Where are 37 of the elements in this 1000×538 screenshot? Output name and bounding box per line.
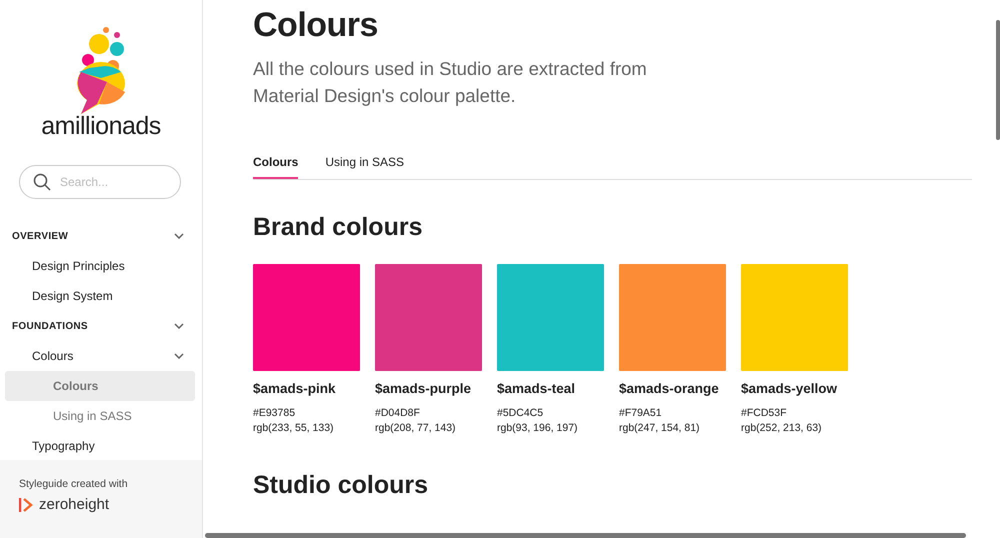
- swatch-name: $amads-teal: [497, 381, 576, 396]
- tab[interactable]: Using in SASS: [325, 141, 404, 179]
- tab[interactable]: Colours: [253, 141, 298, 179]
- nav-section-header[interactable]: OVERVIEW: [0, 221, 202, 251]
- nav-item[interactable]: Using in SASS: [5, 401, 195, 431]
- rgb-value: rgb(247, 154, 81): [619, 421, 701, 436]
- footer-caption: Styleguide created with: [19, 478, 129, 490]
- swatch-name: $amads-orange: [619, 381, 720, 396]
- rgb-value: rgb(233, 55, 133): [253, 421, 335, 436]
- hex-value: #D04D8F: [375, 406, 421, 421]
- play-mark-icon: [19, 496, 33, 512]
- hex-value: #E93785: [253, 406, 296, 421]
- hex-value: #5DC4C5: [497, 406, 544, 421]
- search-icon: [33, 173, 51, 191]
- vertical-scrollbar[interactable]: [996, 20, 1000, 140]
- hex-value: #F79A51: [619, 406, 663, 421]
- nav-item[interactable]: Colours: [5, 371, 195, 401]
- section-heading: Studio colours: [253, 471, 429, 500]
- swatch-name: $amads-pink: [253, 381, 337, 396]
- section-heading: Brand colours: [253, 213, 424, 242]
- nav-item[interactable]: Colours: [0, 341, 202, 371]
- hex-value: #FCD53F: [741, 406, 788, 421]
- nav-section-header[interactable]: FOUNDATIONS: [0, 311, 202, 341]
- page-title: Colours: [253, 6, 379, 45]
- nav-item[interactable]: Typography: [0, 431, 202, 461]
- logo-wordmark: amillionads: [41, 112, 161, 141]
- rgb-value: rgb(252, 213, 63): [741, 421, 823, 436]
- nav-item[interactable]: Design System: [0, 281, 202, 311]
- intro-text: All the colours used in Studio are extracted from Material Design's colour palette.: [253, 57, 648, 108]
- swatch-name: $amads-yellow: [741, 381, 838, 396]
- rgb-value: rgb(208, 77, 143): [375, 421, 457, 436]
- horizontal-scrollbar[interactable]: [205, 533, 966, 538]
- nav-item[interactable]: Design Principles: [0, 251, 202, 281]
- brand-link[interactable]: zeroheight: [39, 496, 110, 513]
- search-field[interactable]: Search...: [19, 165, 181, 199]
- swatch-name: $amads-purple: [375, 381, 472, 396]
- rgb-value: rgb(93, 196, 197): [497, 421, 579, 436]
